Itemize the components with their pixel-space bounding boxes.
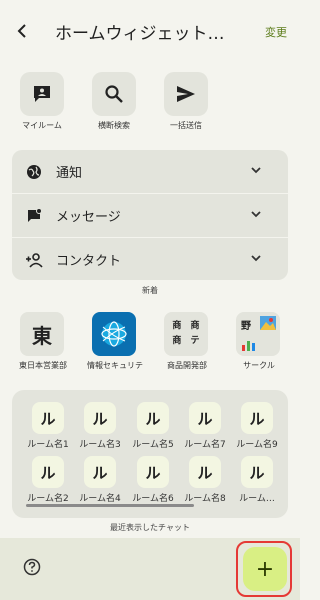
room-avatar: ル bbox=[84, 402, 116, 434]
app-tile-info-security[interactable]: 情報セキュリテ bbox=[84, 312, 144, 371]
section-recent-caption: 最近表示したチャット bbox=[110, 523, 190, 532]
help-circle-icon bbox=[23, 558, 41, 576]
room-item[interactable]: ル ルーム名2 bbox=[22, 456, 74, 504]
room-avatar: ル bbox=[241, 402, 273, 434]
room-avatar: ル bbox=[137, 456, 169, 488]
app-tile-circle[interactable]: 野 サークル bbox=[228, 312, 288, 371]
edit-button[interactable]: 変更 bbox=[265, 24, 287, 40]
room-label: ルーム名6 bbox=[132, 494, 174, 504]
quick-action-broadcast[interactable]: 一括送信 bbox=[158, 72, 214, 131]
room-avatar: ル bbox=[32, 456, 64, 488]
room-label: ルーム… bbox=[239, 494, 275, 504]
accordion-label: 通知 bbox=[56, 166, 83, 181]
globe-icon bbox=[27, 164, 41, 179]
app-tile-label: 東日本営業部 bbox=[19, 361, 67, 370]
quick-action-search[interactable]: 横断検索 bbox=[86, 72, 142, 131]
quick-actions: マイルーム 横断検索 一括送信 bbox=[0, 72, 300, 134]
app-tile-east-japan-sales[interactable]: 東 東日本営業部 bbox=[12, 312, 72, 371]
room-item[interactable]: ル ルーム名7 bbox=[179, 402, 231, 450]
app-tile-label: サークル bbox=[243, 361, 275, 370]
room-label: ルーム名9 bbox=[236, 440, 278, 450]
app-tile-glyph: 東 bbox=[20, 312, 64, 356]
room-label: ルーム名2 bbox=[27, 494, 69, 504]
widget-accordion: 通知 メッセージ コンタクト bbox=[12, 150, 288, 280]
room-item[interactable]: ル ルーム名8 bbox=[179, 456, 231, 504]
room-label: ルーム名7 bbox=[184, 440, 226, 450]
room-item[interactable]: ル ルーム名3 bbox=[74, 402, 126, 450]
section-new-caption: 新着 bbox=[142, 286, 158, 295]
accordion-notifications[interactable]: 通知 bbox=[12, 150, 288, 194]
app-tile-glyph: 野 bbox=[241, 321, 251, 332]
horizontal-scrollbar[interactable] bbox=[26, 504, 194, 507]
room-label: ルーム名3 bbox=[79, 440, 121, 450]
bar-chart-icon bbox=[242, 341, 255, 351]
chevron-down-icon bbox=[251, 167, 261, 174]
accordion-messages[interactable]: メッセージ bbox=[12, 194, 288, 238]
room-label: ルーム名4 bbox=[79, 494, 121, 504]
app-tile-label: 情報セキュリテ bbox=[87, 361, 143, 370]
chevron-down-icon bbox=[251, 211, 261, 218]
room-avatar: ル bbox=[137, 402, 169, 434]
room-item[interactable]: ル ルーム名4 bbox=[74, 456, 126, 504]
room-avatar: ル bbox=[241, 456, 273, 488]
room-avatar: ル bbox=[189, 402, 221, 434]
quick-action-label: マイルーム bbox=[22, 121, 62, 130]
room-avatar: ル bbox=[189, 456, 221, 488]
help-button[interactable] bbox=[22, 557, 42, 577]
room-item[interactable]: ル ルーム… bbox=[231, 456, 283, 504]
recent-chats-grid: ル ルーム名1 ル ルーム名3 ル ルーム名5 ル ルーム名7 ル ルーム名9 … bbox=[12, 390, 288, 518]
room-item[interactable]: ル ルーム名9 bbox=[231, 402, 283, 450]
accordion-label: コンタクト bbox=[56, 254, 122, 269]
page-title: ホームウィジェット… bbox=[55, 24, 225, 44]
flag-message-icon bbox=[28, 207, 42, 222]
picture-icon bbox=[260, 316, 276, 330]
add-widget-fab[interactable]: + bbox=[243, 547, 287, 591]
app-tile-glyph: 商 商 商 テ bbox=[172, 321, 200, 346]
room-label: ルーム名8 bbox=[184, 494, 226, 504]
quick-action-my-room[interactable]: マイルーム bbox=[14, 72, 70, 131]
back-button[interactable] bbox=[10, 18, 36, 44]
person-add-icon bbox=[26, 252, 43, 268]
room-item[interactable]: ル ルーム名6 bbox=[127, 456, 179, 504]
bottom-bar: + bbox=[0, 538, 300, 600]
accordion-contacts[interactable]: コンタクト bbox=[12, 238, 288, 280]
send-icon bbox=[177, 86, 195, 102]
accordion-label: メッセージ bbox=[56, 210, 121, 225]
room-label: ルーム名1 bbox=[27, 440, 69, 450]
chat-bubble-person-icon bbox=[34, 86, 50, 102]
globe-network-icon bbox=[95, 315, 133, 353]
arrow-back-icon bbox=[17, 24, 26, 38]
room-item[interactable]: ル ルーム名5 bbox=[127, 402, 179, 450]
quick-action-label: 横断検索 bbox=[98, 121, 130, 130]
app-tile-product-dev[interactable]: 商 商 商 テ 商品開発部 bbox=[156, 312, 216, 371]
chevron-down-icon bbox=[251, 255, 261, 262]
app-bar: ホームウィジェット… 変更 bbox=[0, 0, 300, 62]
room-avatar: ル bbox=[84, 456, 116, 488]
search-icon bbox=[105, 85, 123, 103]
app-tile-label: 商品開発部 bbox=[167, 361, 207, 370]
new-apps-row: 東 東日本営業部 情報セキュリテ 商 商 商 テ 商品開発部 野 サークル bbox=[0, 312, 300, 382]
room-label: ルーム名5 bbox=[132, 440, 174, 450]
room-avatar: ル bbox=[32, 402, 64, 434]
room-item[interactable]: ル ルーム名1 bbox=[22, 402, 74, 450]
quick-action-label: 一括送信 bbox=[170, 121, 202, 130]
